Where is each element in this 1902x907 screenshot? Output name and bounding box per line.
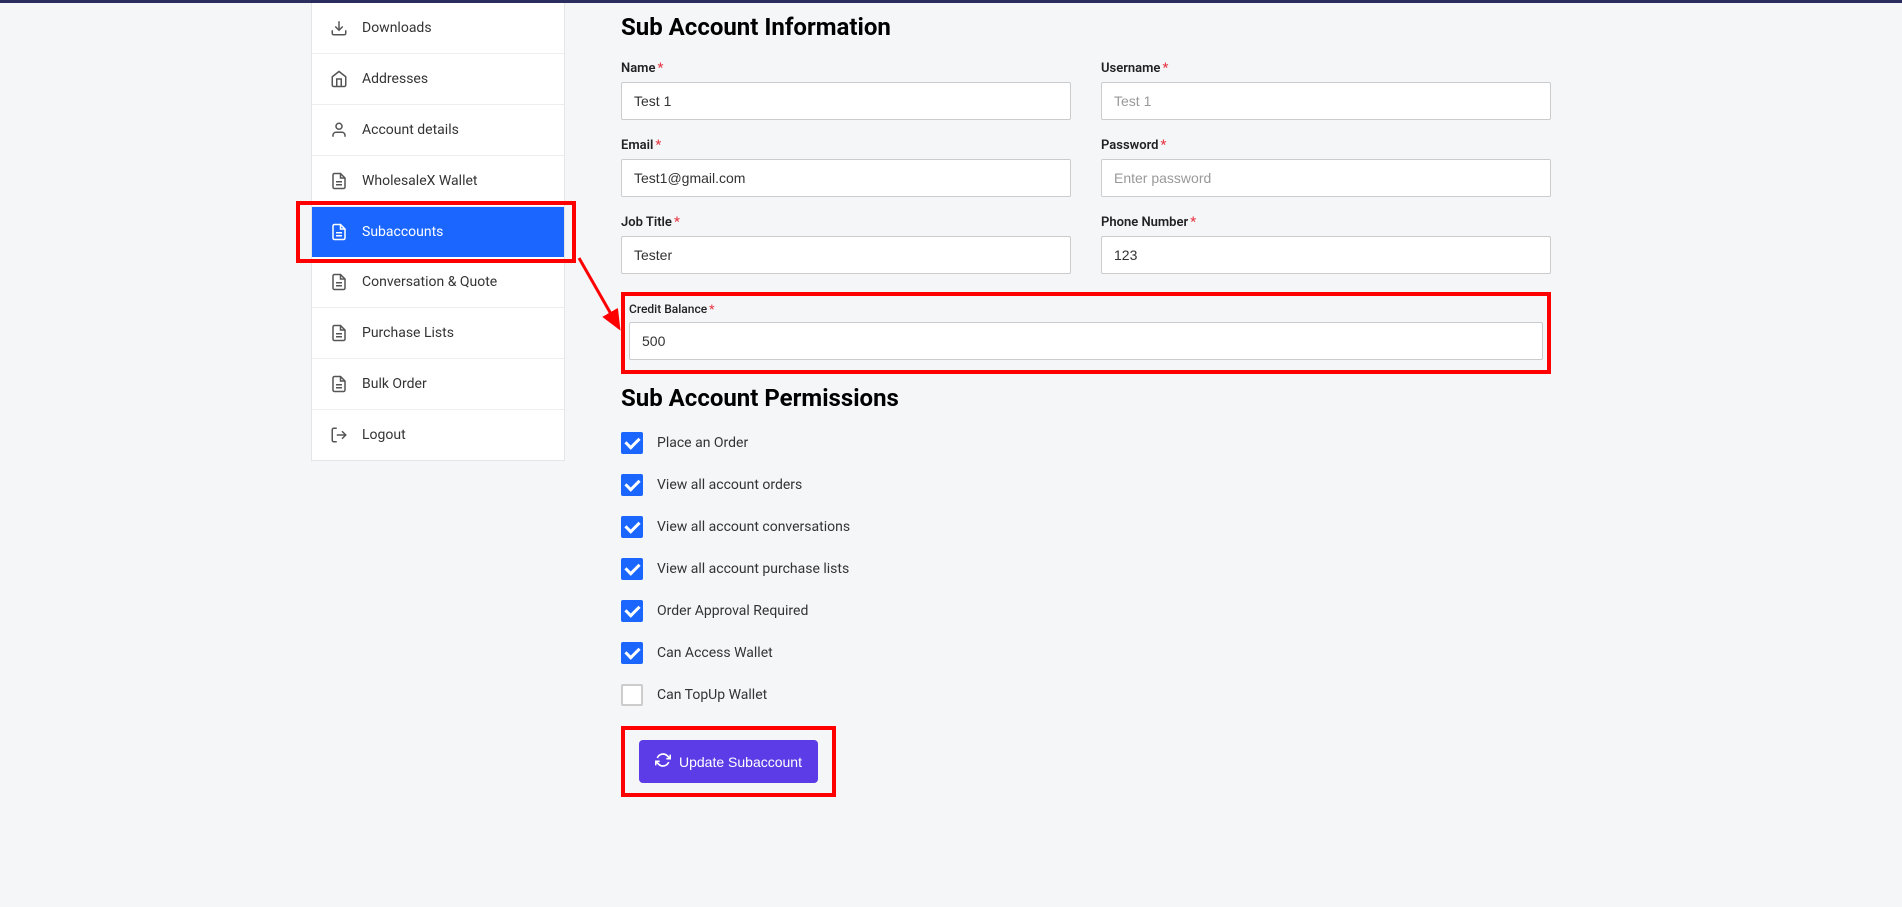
username-field[interactable]: [1101, 82, 1551, 120]
permission-row: View all account orders: [621, 474, 1551, 496]
annotation-box-credit: Credit Balance*: [621, 292, 1551, 374]
permission-checkbox[interactable]: [621, 642, 643, 664]
sidebar-item-label: Bulk Order: [362, 376, 427, 392]
download-icon: [330, 19, 348, 37]
sidebar-item-label: WholesaleX Wallet: [362, 173, 478, 189]
document-icon: [330, 324, 348, 342]
phone-field[interactable]: [1101, 236, 1551, 274]
document-icon: [330, 375, 348, 393]
permission-label: Place an Order: [657, 435, 748, 451]
document-icon: [330, 223, 348, 241]
permission-row: View all account purchase lists: [621, 558, 1551, 580]
sidebar-item-label: Account details: [362, 122, 459, 138]
permission-row: Can Access Wallet: [621, 642, 1551, 664]
update-subaccount-button[interactable]: Update Subaccount: [639, 740, 818, 783]
sidebar-item-label: Subaccounts: [362, 224, 443, 240]
permission-row: Order Approval Required: [621, 600, 1551, 622]
sidebar-item-account-details[interactable]: Account details: [312, 105, 564, 156]
job-title-field[interactable]: [621, 236, 1071, 274]
sidebar-item-purchase-lists[interactable]: Purchase Lists: [312, 308, 564, 359]
permission-row: Place an Order: [621, 432, 1551, 454]
label-username: Username*: [1101, 61, 1551, 76]
label-name: Name*: [621, 61, 1071, 76]
sidebar-item-logout[interactable]: Logout: [312, 410, 564, 460]
permission-label: Order Approval Required: [657, 603, 808, 619]
permission-label: View all account purchase lists: [657, 561, 849, 577]
permission-row: Can TopUp Wallet: [621, 684, 1551, 706]
section-title-permissions: Sub Account Permissions: [621, 384, 1551, 412]
sidebar-item-addresses[interactable]: Addresses: [312, 54, 564, 105]
refresh-icon: [655, 752, 671, 771]
section-title-info: Sub Account Information: [621, 13, 1551, 41]
permission-label: Can TopUp Wallet: [657, 687, 767, 703]
sidebar-item-conversation[interactable]: Conversation & Quote: [312, 257, 564, 308]
label-job-title: Job Title*: [621, 215, 1071, 230]
credit-balance-field[interactable]: [629, 322, 1543, 360]
permission-row: View all account conversations: [621, 516, 1551, 538]
document-icon: [330, 172, 348, 190]
label-credit: Credit Balance*: [629, 302, 1543, 316]
button-label: Update Subaccount: [679, 754, 802, 770]
permission-label: View all account conversations: [657, 519, 850, 535]
permission-checkbox[interactable]: [621, 558, 643, 580]
main-content: Sub Account Information Name* Username* …: [565, 3, 1591, 837]
permission-checkbox[interactable]: [621, 600, 643, 622]
annotation-box-button: Update Subaccount: [621, 726, 836, 797]
sidebar: Downloads Addresses Account details Whol…: [311, 3, 565, 461]
sidebar-item-bulk-order[interactable]: Bulk Order: [312, 359, 564, 410]
label-email: Email*: [621, 138, 1071, 153]
home-icon: [330, 70, 348, 88]
permission-checkbox[interactable]: [621, 474, 643, 496]
permission-checkbox[interactable]: [621, 516, 643, 538]
sidebar-item-label: Addresses: [362, 71, 428, 87]
permission-label: Can Access Wallet: [657, 645, 773, 661]
document-icon: [330, 273, 348, 291]
password-field[interactable]: [1101, 159, 1551, 197]
user-icon: [330, 121, 348, 139]
sidebar-item-label: Conversation & Quote: [362, 274, 497, 290]
email-field[interactable]: [621, 159, 1071, 197]
permission-checkbox[interactable]: [621, 432, 643, 454]
label-phone: Phone Number*: [1101, 215, 1551, 230]
label-password: Password*: [1101, 138, 1551, 153]
sidebar-item-wallet[interactable]: WholesaleX Wallet: [312, 156, 564, 207]
sidebar-item-label: Purchase Lists: [362, 325, 454, 341]
sidebar-item-label: Downloads: [362, 20, 432, 36]
sidebar-item-subaccounts[interactable]: Subaccounts: [312, 207, 564, 257]
sidebar-item-downloads[interactable]: Downloads: [312, 3, 564, 54]
name-field[interactable]: [621, 82, 1071, 120]
sidebar-item-label: Logout: [362, 427, 406, 443]
logout-icon: [330, 426, 348, 444]
permission-label: View all account orders: [657, 477, 802, 493]
permission-checkbox[interactable]: [621, 684, 643, 706]
